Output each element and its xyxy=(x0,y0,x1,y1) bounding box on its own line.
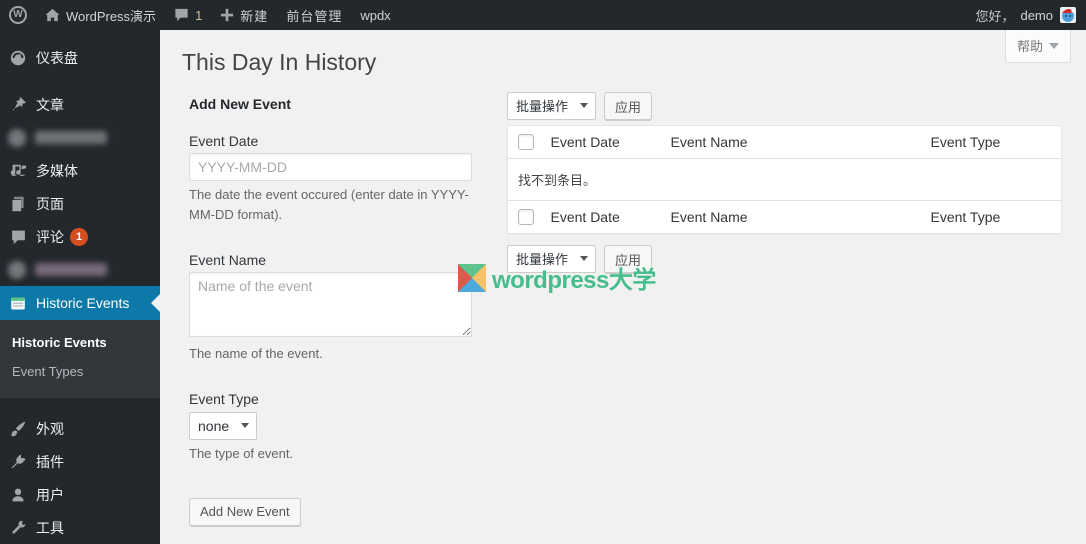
sidebar-item-dashboard[interactable]: 仪表盘 xyxy=(0,41,160,74)
sidebar-item-media[interactable]: 多媒体 xyxy=(0,154,160,187)
content-area: 帮助 This Day In History Add New Event Eve… xyxy=(160,30,1086,544)
help-button[interactable]: 帮助 xyxy=(1004,30,1071,63)
chevron-down-icon xyxy=(1049,42,1059,49)
column-header-event-date[interactable]: Event Date xyxy=(540,125,661,159)
new-content-button[interactable]: 新建 xyxy=(211,0,277,30)
sidebar-item-tools[interactable]: 工具 xyxy=(0,511,160,544)
wordpress-logo-button[interactable]: W xyxy=(0,0,36,30)
pages-icon xyxy=(8,194,28,214)
sidebar-item-label: 页面 xyxy=(36,195,64,212)
sidebar-item-label: 仪表盘 xyxy=(36,49,78,66)
select-all-checkbox[interactable] xyxy=(518,134,534,150)
wordpress-logo-letter: W xyxy=(13,9,23,20)
admin-bar: W WordPress演示 1 新建 前台管理 wpdx 您好， demo xyxy=(0,0,1086,30)
sidebar-item-label: 工具 xyxy=(36,519,64,536)
home-icon xyxy=(45,8,60,22)
page-title: This Day In History xyxy=(182,49,377,75)
event-type-description: The type of event. xyxy=(189,446,294,462)
column-header-event-type[interactable]: Event Type xyxy=(920,125,1062,159)
bulk-actions-select-bottom[interactable]: 批量操作 xyxy=(507,245,596,273)
menu-separator xyxy=(0,74,160,88)
bulk-actions-bar-top: 批量操作 应用 xyxy=(507,92,1062,120)
events-list-panel: 批量操作 应用 Event Date Event Name Event Type xyxy=(507,92,1062,526)
media-icon xyxy=(8,161,28,181)
submenu-item-event-types[interactable]: Event Types xyxy=(0,357,160,386)
greeting-text: 您好， xyxy=(975,8,1015,24)
apply-button-bottom[interactable]: 应用 xyxy=(604,245,653,273)
sidebar-item-label: 文章 xyxy=(36,96,64,113)
comment-bubble-icon xyxy=(174,8,189,22)
site-name-button[interactable]: WordPress演示 xyxy=(36,0,165,30)
column-header-event-date[interactable]: Event Date xyxy=(540,200,661,234)
column-header-event-name[interactable]: Event Name xyxy=(660,125,921,159)
tools-icon xyxy=(8,518,28,538)
bulk-actions-bar-bottom: 批量操作 应用 xyxy=(507,245,1062,273)
comments-icon xyxy=(8,227,28,247)
users-icon xyxy=(8,485,28,505)
event-type-select[interactable]: none xyxy=(189,412,257,441)
wpdx-button[interactable]: wpdx xyxy=(351,0,399,30)
comments-menu-button[interactable]: 1 xyxy=(165,0,211,30)
sidebar-item-appearance[interactable]: 外观 xyxy=(0,412,160,445)
sidebar-item-label: Historic Events xyxy=(36,295,130,311)
sidebar-item-label: 插件 xyxy=(36,453,64,470)
sidebar-item-plugins[interactable]: 插件 xyxy=(0,445,160,478)
sidebar: 仪表盘 文章 多媒体 页面 评论 1 Historic Events Histo… xyxy=(0,30,160,544)
redacted-content xyxy=(8,128,107,147)
front-manage-button[interactable]: 前台管理 xyxy=(277,0,351,30)
historic-events-submenu: Historic Events Event Types xyxy=(0,320,160,398)
empty-row: 找不到条目。 xyxy=(508,159,1062,201)
menu-separator xyxy=(0,398,160,412)
wpdx-label: wpdx xyxy=(360,7,391,23)
sidebar-item-historic-events[interactable]: Historic Events xyxy=(0,286,160,320)
submenu-item-historic-events[interactable]: Historic Events xyxy=(0,328,160,357)
plugins-icon xyxy=(8,452,28,472)
add-new-event-form: Add New Event Event Date The date the ev… xyxy=(189,92,472,526)
add-new-event-button[interactable]: Add New Event xyxy=(189,497,301,526)
calendar-icon xyxy=(8,293,28,313)
event-type-label: Event Type xyxy=(189,391,259,408)
plus-icon xyxy=(220,8,234,22)
table-header-row: Event Date Event Name Event Type xyxy=(507,125,1062,159)
current-menu-arrow xyxy=(151,294,160,312)
apply-button-top[interactable]: 应用 xyxy=(604,92,653,120)
sidebar-item-redacted-2[interactable] xyxy=(0,253,160,286)
sidebar-item-label: 多媒体 xyxy=(36,162,78,179)
sidebar-item-redacted-1[interactable] xyxy=(0,121,160,154)
pin-icon xyxy=(8,95,28,115)
column-header-event-name[interactable]: Event Name xyxy=(660,200,921,234)
event-name-label: Event Name xyxy=(189,252,267,269)
form-heading: Add New Event xyxy=(189,96,291,112)
empty-message: 找不到条目。 xyxy=(518,173,597,188)
event-name-description: The name of the event. xyxy=(189,346,323,362)
front-manage-label: 前台管理 xyxy=(286,8,343,24)
dashboard-icon xyxy=(8,48,28,68)
sidebar-item-posts[interactable]: 文章 xyxy=(0,88,160,121)
new-label: 新建 xyxy=(240,8,269,24)
redacted-content xyxy=(8,260,107,279)
select-all-checkbox[interactable] xyxy=(518,209,534,225)
comment-count: 1 xyxy=(195,7,203,23)
bulk-actions-select-top[interactable]: 批量操作 xyxy=(507,92,596,120)
wordpress-logo-icon: W xyxy=(9,6,27,24)
username-link[interactable]: demo xyxy=(1020,8,1053,23)
event-date-input[interactable] xyxy=(189,153,472,181)
column-header-event-type[interactable]: Event Type xyxy=(920,200,1062,234)
event-date-description: The date the event occured (enter date i… xyxy=(189,187,469,223)
avatar[interactable] xyxy=(1060,7,1076,23)
sidebar-item-comments[interactable]: 评论 1 xyxy=(0,220,160,253)
events-table: Event Date Event Name Event Type 找不到条目。 … xyxy=(507,125,1062,234)
sidebar-item-label: 外观 xyxy=(36,420,64,437)
site-name-label: WordPress演示 xyxy=(66,8,157,24)
event-date-label: Event Date xyxy=(189,133,259,149)
appearance-icon xyxy=(8,419,28,439)
sidebar-item-pages[interactable]: 页面 xyxy=(0,187,160,220)
sidebar-item-label: 用户 xyxy=(36,486,64,503)
comments-count-badge: 1 xyxy=(70,227,88,246)
table-footer-row: Event Date Event Name Event Type xyxy=(507,200,1062,234)
event-name-textarea[interactable] xyxy=(189,272,472,338)
help-label: 帮助 xyxy=(1016,39,1043,54)
sidebar-item-users[interactable]: 用户 xyxy=(0,478,160,511)
sidebar-item-label: 评论 xyxy=(36,228,64,245)
